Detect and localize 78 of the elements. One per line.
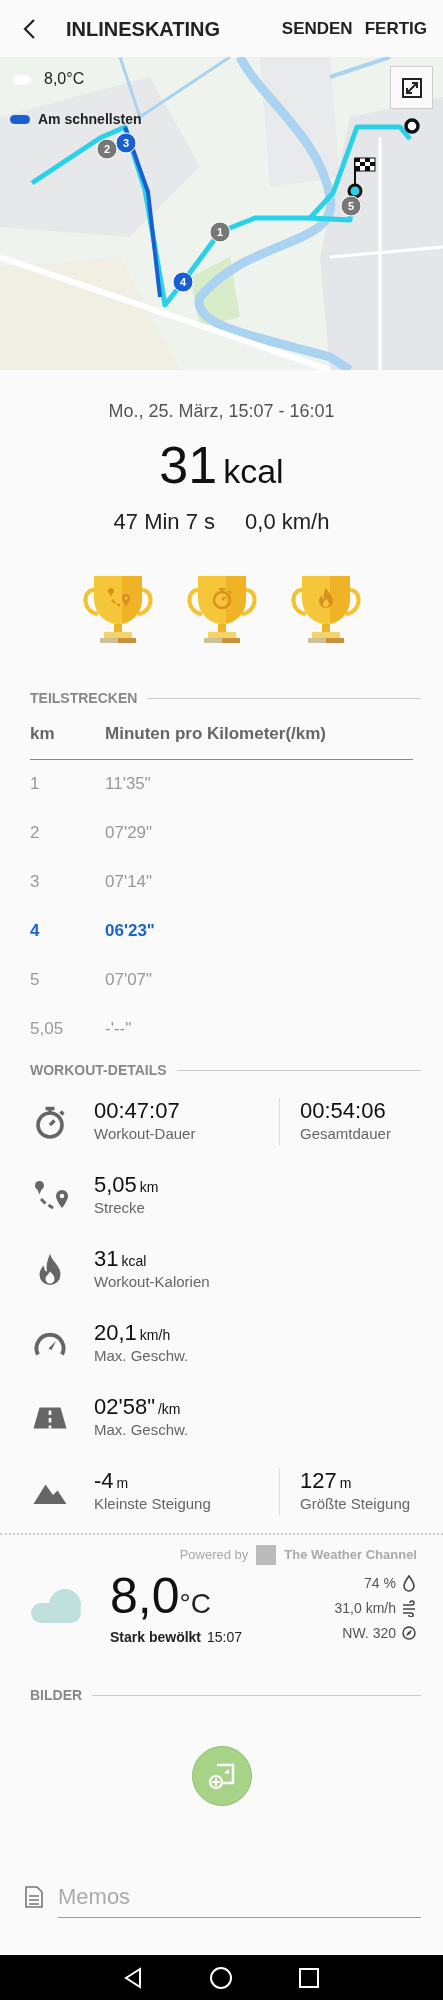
stat-label: Max. Geschw. [94,1345,190,1366]
memo-icon [24,1884,44,1909]
powered-by-label: Powered by [179,1545,249,1564]
stat-label: Kleinste Steigung [94,1493,212,1514]
table-cell-text: 2 [30,822,41,845]
stat-label: Größte Steigung [300,1493,411,1514]
stat-unit: m [339,1474,352,1491]
stat-unit: km [139,1178,159,1195]
weather-time: 15:07 [207,1628,243,1645]
stat-value: 127 [300,1467,337,1493]
back-icon[interactable] [22,17,36,40]
legend-swatch [10,115,30,124]
table-cell-text: 5 [30,969,41,992]
legend-label: Am schnellsten [38,110,142,129]
route-marker: 3 [115,132,137,154]
workout-date: Mo., 25. März, 15:07 - 16:01 [107,400,336,423]
table-cell-text: 07'07" [105,969,153,992]
speed-value: 0,0 km/h [245,508,330,536]
section-title: TEILSTRECKEN [30,689,138,708]
recent-apps-icon[interactable] [297,1965,322,1990]
table-cell-text: 07'14" [105,871,153,894]
route-marker: 4 [172,271,194,293]
route-marker: 1 [209,221,231,243]
stat-unit: kcal [121,1252,147,1269]
weather-condition: Stark bewölkt [110,1628,202,1645]
stat-value: 5,05 [94,1171,137,1197]
stat-label: Gesamtdauer [300,1123,391,1144]
table-cell-text: 3 [30,871,41,894]
table-cell-text: 4 [30,920,41,943]
stat-value: -4 [94,1467,114,1493]
table-cell-text: 5,05 [30,1018,65,1041]
stat-label: Max. Geschw. [94,1419,190,1440]
expand-button[interactable] [390,66,433,109]
temperature-unit: °C [179,1587,211,1619]
stat-value: 00:54:06 [300,1097,386,1123]
stat-unit: m [116,1474,129,1491]
cloud-icon [30,1588,84,1623]
route-marker: 2 [96,138,118,160]
column-header: Minuten pro Kilometer(/km) [105,723,326,745]
provider-logo [256,1544,277,1565]
finish-flag-icon [347,157,376,199]
calories-unit: kcal [223,451,284,492]
wind-icon [402,1599,417,1617]
stat-value: 20,1 [94,1319,137,1345]
wind-direction: NW. 320 [342,1623,396,1643]
drop-icon [402,1574,417,1592]
stat-label: Strecke [94,1197,146,1218]
table-cell-text: 11'35" [105,773,151,796]
table-cell-text: 07'29" [105,822,153,845]
section-title: BILDER [30,1685,83,1705]
temperature-label: 8,0°C [44,69,85,89]
start-marker [404,118,420,134]
header-action[interactable]: FERTIG [358,15,433,42]
home-icon[interactable] [209,1965,234,1990]
stat-value: 02'58" [94,1393,155,1419]
stat-label: Workout-Kalorien [94,1271,211,1292]
weather-temperature: 8,0 [110,1567,180,1624]
provider-name: The Weather Channel [284,1545,417,1564]
route-marker: 5 [340,195,362,217]
table-cell-text: 1 [30,773,41,796]
compass-icon [402,1624,417,1642]
stat-value: 00:47:07 [94,1097,180,1123]
memo-field[interactable]: Memos [58,1875,421,1918]
expand-icon [400,76,423,99]
stat-unit: km/h [139,1326,171,1343]
stat-label: Workout-Dauer [94,1123,197,1144]
calories-value: 31 [159,439,218,491]
humidity-value: 74 % [364,1573,396,1593]
screen-title: INLINESKATING [66,16,222,42]
column-header: km [30,723,56,745]
table-cell-text: 06'23" [105,920,155,943]
table-cell-text: -'--" [105,1018,132,1041]
stat-value: 31 [94,1245,119,1271]
header-action[interactable]: SENDEN [275,15,359,42]
wind-speed: 31,0 km/h [334,1598,396,1618]
duration-value: 47 Min 7 s [113,508,216,536]
stat-unit: /km [157,1400,181,1417]
section-title: WORKOUT-DETAILS [30,1060,167,1080]
